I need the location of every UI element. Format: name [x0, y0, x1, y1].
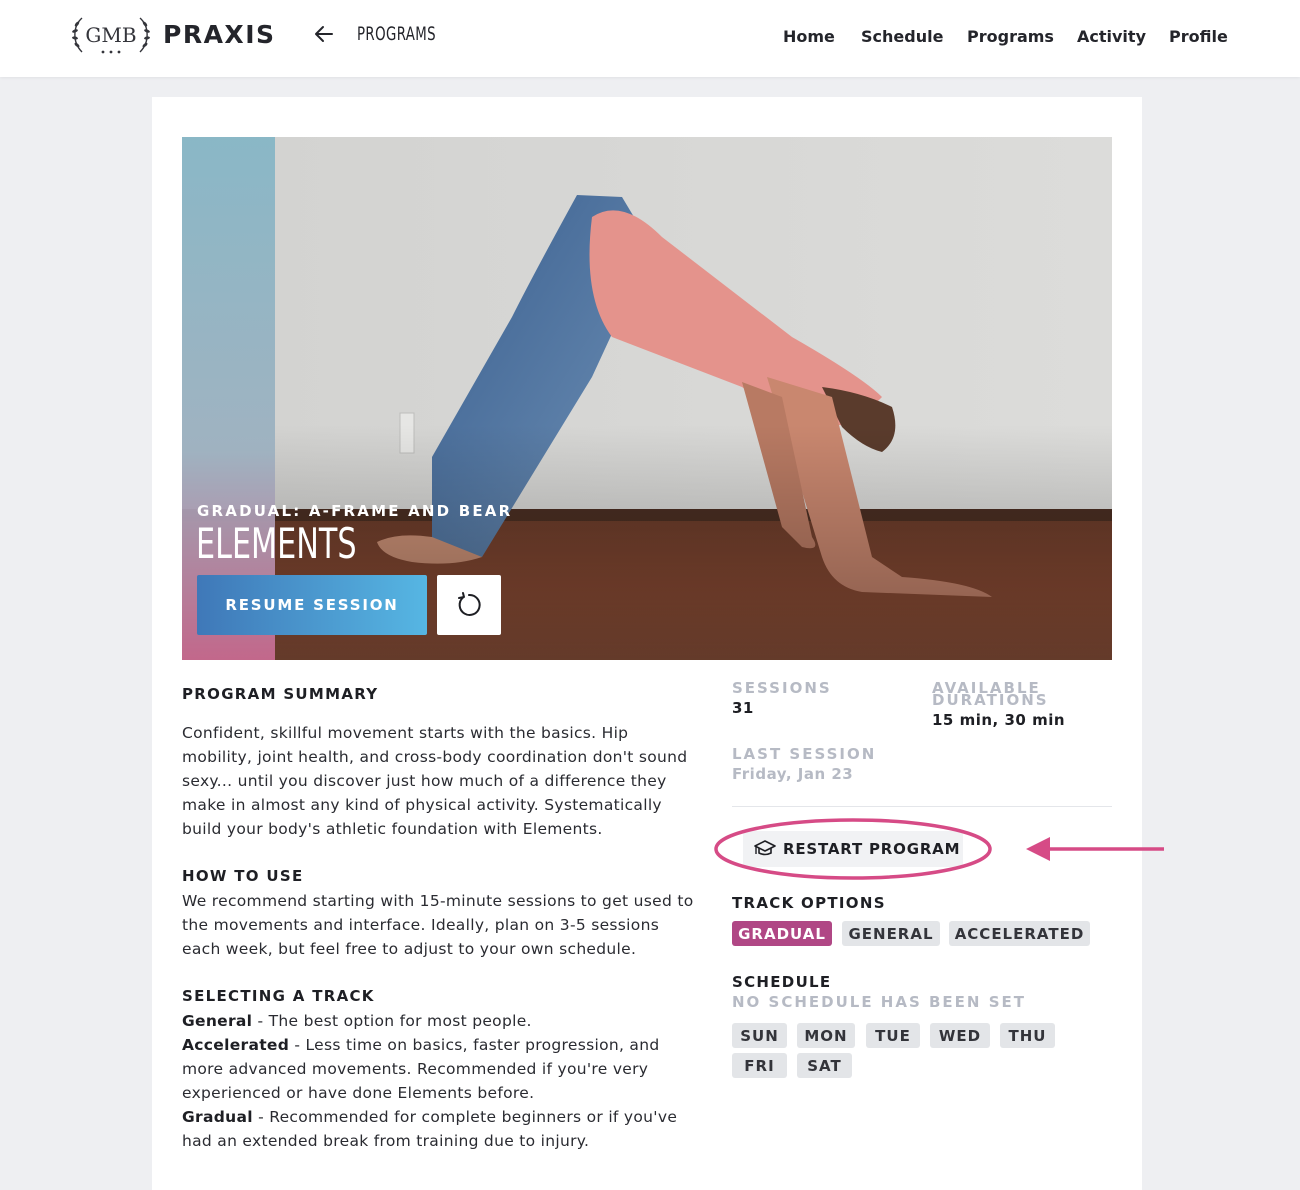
nav-profile[interactable]: Profile — [1169, 27, 1228, 46]
how-to-use-heading: HOW TO USE — [182, 867, 304, 885]
schedule-status: NO SCHEDULE HAS BEEN SET — [732, 993, 1026, 1011]
program-hero: GRADUAL: A-FRAME AND BEAR ELEMENTS RESUM… — [182, 137, 1112, 660]
day-tue[interactable]: TUE — [866, 1023, 920, 1048]
day-wed[interactable]: WED — [930, 1023, 990, 1048]
sessions-value: 31 — [732, 699, 754, 717]
hero-subtitle: GRADUAL: A-FRAME AND BEAR — [197, 502, 513, 520]
track-desc-general: General - The best option for most peopl… — [182, 1012, 532, 1030]
nav-programs[interactable]: Programs — [967, 27, 1054, 46]
summary-heading: PROGRAM SUMMARY — [182, 685, 379, 703]
logo-text: GMB — [85, 23, 136, 47]
track-desc-gradual: Gradual - Recommended for complete begin… — [182, 1108, 678, 1150]
breadcrumb: PROGRAMS — [357, 23, 437, 45]
summary-text: Confident, skillful movement starts with… — [182, 724, 688, 838]
stats-divider — [732, 806, 1112, 807]
schedule-heading: SCHEDULE — [732, 973, 832, 991]
brand-name[interactable]: PRAXIS — [163, 20, 276, 49]
day-sun[interactable]: SUN — [732, 1023, 787, 1048]
nav-home[interactable]: Home — [783, 27, 835, 46]
track-gradual-chip[interactable]: GRADUAL — [732, 921, 832, 946]
gmb-logo[interactable]: GMB — [70, 12, 152, 58]
how-to-use-text: We recommend starting with 15-minute ses… — [182, 892, 694, 958]
restart-program-button[interactable]: RESTART PROGRAM — [743, 831, 963, 867]
durations-value: 15 min, 30 min — [932, 711, 1066, 729]
track-descriptions: General - The best option for most peopl… — [182, 1009, 702, 1153]
track-options-heading: TRACK OPTIONS — [732, 894, 886, 912]
nav-schedule[interactable]: Schedule — [861, 27, 943, 46]
track-desc-accelerated: Accelerated - Less time on basics, faste… — [182, 1036, 660, 1102]
back-arrow-icon[interactable] — [312, 22, 336, 46]
track-general-chip[interactable]: GENERAL — [842, 921, 940, 946]
graduation-cap-icon — [754, 840, 776, 856]
hero-title: ELEMENTS — [196, 519, 357, 568]
day-sat[interactable]: SAT — [797, 1053, 852, 1078]
day-thu[interactable]: THU — [1000, 1023, 1055, 1048]
restart-program-label: RESTART PROGRAM — [783, 840, 961, 858]
day-fri[interactable]: FRI — [732, 1053, 787, 1078]
top-navbar: GMB PRAXIS PROGRAMS Home Schedule Progra… — [0, 0, 1300, 77]
resume-session-button[interactable]: RESUME SESSION — [197, 575, 427, 635]
selecting-track-heading: SELECTING A TRACK — [182, 987, 375, 1005]
sessions-label: SESSIONS — [732, 679, 832, 697]
track-accelerated-chip[interactable]: ACCELERATED — [949, 921, 1090, 946]
last-session-value: Friday, Jan 23 — [732, 765, 854, 783]
restart-session-button[interactable] — [437, 575, 501, 635]
refresh-icon — [458, 592, 481, 616]
durations-label-line2: DURATIONS — [932, 691, 1049, 709]
nav-activity[interactable]: Activity — [1077, 27, 1146, 46]
day-mon[interactable]: MON — [797, 1023, 855, 1048]
last-session-label: LAST SESSION — [732, 745, 877, 763]
